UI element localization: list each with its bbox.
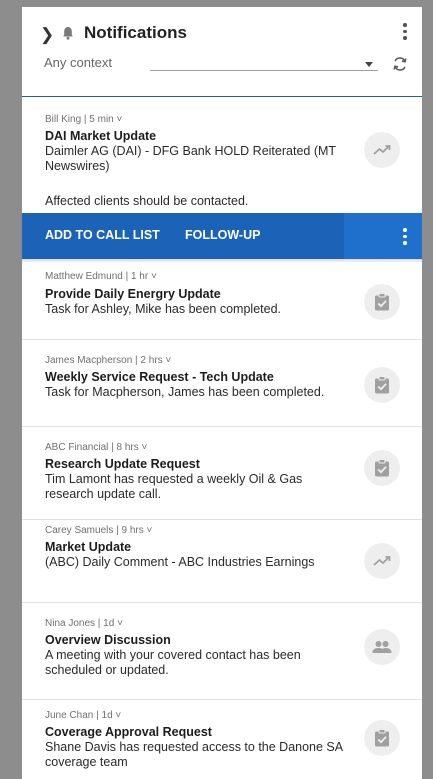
- action-more-button[interactable]: [344, 213, 422, 259]
- chevron-right-icon[interactable]: ❯: [40, 25, 54, 45]
- notification-meta[interactable]: James Macpherson | 2 hrs ˅: [45, 355, 171, 366]
- assignment-check-icon: [364, 450, 400, 486]
- notification-meta[interactable]: Matthew Edmund | 1 hr ˅: [45, 271, 157, 282]
- bell-icon: [62, 26, 74, 45]
- follow-up-button[interactable]: FOLLOW-UP: [185, 228, 260, 242]
- notifications-header: ❯ Notifications Any context: [22, 7, 422, 97]
- people-icon: [364, 629, 400, 665]
- context-select-underline[interactable]: [150, 70, 378, 71]
- notification-body: Task for Macpherson, James has been comp…: [45, 385, 325, 399]
- notification-meta[interactable]: Bill King | 5 min ˅: [45, 114, 122, 125]
- more-vert-icon[interactable]: [402, 23, 408, 43]
- notification-title: DAI Market Update: [45, 129, 157, 143]
- list-item[interactable]: James Macpherson | 2 hrs ˅ Weekly Servic…: [22, 340, 422, 427]
- assignment-check-icon: [364, 367, 400, 403]
- list-item[interactable]: ABC Financial | 8 hrs ˅ Research Update …: [22, 427, 422, 520]
- notification-body: A meeting with your covered contact has …: [45, 648, 301, 677]
- notification-body: Daimler AG (DAI) - DFG Bank HOLD Reitera…: [45, 144, 336, 173]
- notification-body: Task for Ashley, Mike has been completed…: [45, 302, 281, 316]
- assignment-check-icon: [364, 720, 400, 756]
- notification-title: Market Update: [45, 540, 132, 554]
- trending-up-icon: [364, 132, 400, 168]
- list-item[interactable]: Nina Jones | 1d ˅ Overview Discussion A …: [22, 603, 422, 700]
- notification-body: Tim Lamont has requested a weekly Oil & …: [45, 472, 303, 501]
- notification-meta[interactable]: Carey Samuels | 9 hrs ˅: [45, 525, 152, 536]
- trending-up-icon: [364, 543, 400, 579]
- page-title: Notifications: [84, 23, 187, 42]
- more-vert-icon[interactable]: [402, 228, 408, 248]
- notification-item-expanded[interactable]: Bill King | 5 min ˅ DAI Market Update Da…: [22, 97, 422, 213]
- dropdown-arrow-icon[interactable]: [365, 62, 373, 67]
- list-item[interactable]: Matthew Edmund | 1 hr ˅ Provide Daily En…: [22, 263, 422, 340]
- notification-meta[interactable]: Nina Jones | 1d ˅: [45, 618, 123, 629]
- notification-note: Affected clients should be contacted.: [45, 194, 249, 208]
- notification-title: Weekly Service Request - Tech Update: [45, 370, 274, 384]
- add-to-call-list-button[interactable]: ADD TO CALL LIST: [45, 228, 160, 242]
- notifications-panel: ❯ Notifications Any context Bill King | …: [22, 7, 422, 779]
- context-select-value[interactable]: Any context: [44, 55, 112, 70]
- action-bar: ADD TO CALL LIST FOLLOW-UP: [22, 213, 422, 259]
- notification-title: Overview Discussion: [45, 633, 171, 647]
- list-item[interactable]: June Chan | 1d ˅ Coverage Approval Reque…: [22, 700, 422, 779]
- notification-body: (ABC) Daily Comment - ABC Industries Ear…: [45, 555, 315, 569]
- notification-title: Research Update Request: [45, 457, 200, 471]
- notification-meta[interactable]: June Chan | 1d ˅: [45, 710, 121, 721]
- notification-meta[interactable]: ABC Financial | 8 hrs ˅: [45, 442, 147, 453]
- notification-body: Shane Davis has requested access to the …: [45, 740, 343, 769]
- notification-title: Coverage Approval Request: [45, 725, 212, 739]
- list-item[interactable]: Carey Samuels | 9 hrs ˅ Market Update (A…: [22, 520, 422, 603]
- assignment-check-icon: [364, 284, 400, 320]
- refresh-icon[interactable]: [391, 55, 409, 78]
- notification-title: Provide Daily Energry Update: [45, 287, 221, 301]
